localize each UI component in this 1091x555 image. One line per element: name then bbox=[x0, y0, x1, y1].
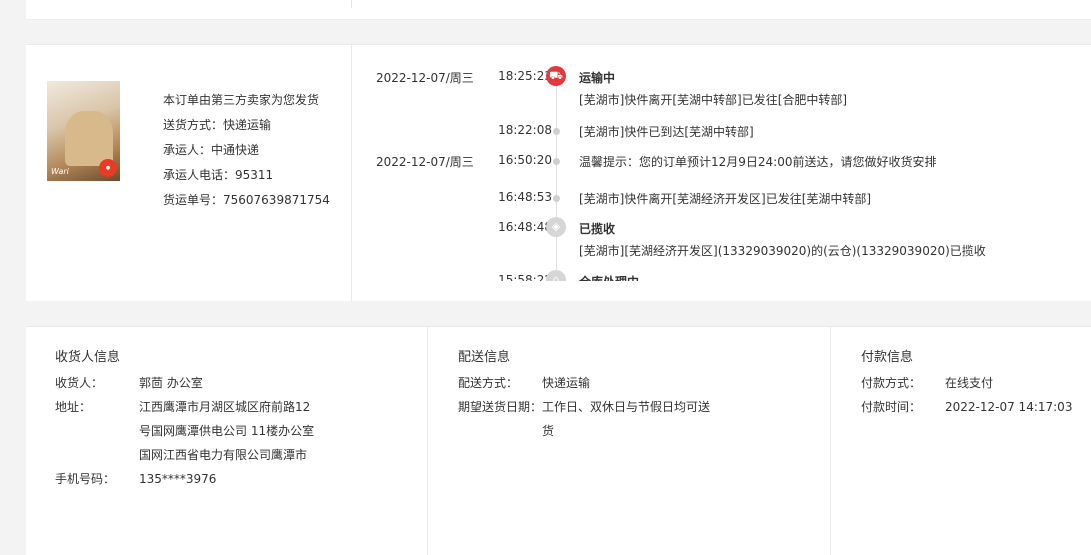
shipment-info: 本订单由第三方卖家为您发货 送货方式：快递运输 承运人：中通快递 承运人电话：9… bbox=[163, 88, 330, 213]
field-label: 付款时间： bbox=[861, 400, 922, 414]
logistics-panel: ● Wari 本订单由第三方卖家为您发货 送货方式：快递运输 承运人：中通快递 … bbox=[26, 44, 1091, 301]
zigzag-edge bbox=[26, 18, 1091, 24]
event-time: 18:22:08 bbox=[498, 123, 552, 137]
field-label: 地址： bbox=[55, 400, 92, 414]
receiver-section: 收货人信息 收货人： 郭茴 办公室 地址： 江西鹰潭市月湖区城区府前路12 号国… bbox=[26, 327, 428, 555]
address-line: 号国网鹰潭供电公司 11楼办公室 bbox=[139, 424, 315, 438]
carrier-phone: 承运人电话：95311 bbox=[163, 168, 274, 182]
event-text: 温馨提示：您的订单预计12月9日24:00前送达，请您做好收货安排 bbox=[579, 155, 937, 169]
delivery-date: 工作日、双休日与节假日均可送 bbox=[542, 400, 711, 414]
previous-panel-bottom bbox=[26, 0, 1091, 24]
event-status: 运输中 bbox=[579, 71, 616, 85]
field-label: 付款方式： bbox=[861, 376, 922, 390]
event-text: [芜湖市][芜湖经济开发区](13329039020)的(云仓)(1332903… bbox=[579, 244, 986, 258]
promo-badge: ● bbox=[99, 159, 117, 177]
delivery-section: 配送信息 配送方式： 快递运输 期望送货日期： 工作日、双休日与节假日均可送 货 bbox=[429, 327, 831, 555]
event-time: 15:58:22 bbox=[498, 273, 552, 281]
event-time: 16:50:20 bbox=[498, 153, 552, 167]
shipping-method: 送货方式：快递运输 bbox=[163, 118, 272, 132]
event-date: 2022-12-07/周三 bbox=[376, 155, 474, 169]
seller-note: 本订单由第三方卖家为您发货 bbox=[163, 93, 320, 107]
field-label: 期望送货日期： bbox=[458, 400, 543, 414]
event-status: 仓库处理中 bbox=[579, 273, 639, 281]
section-title: 配送信息 bbox=[458, 350, 511, 365]
event-status: 已揽收 bbox=[579, 222, 616, 236]
section-title: 付款信息 bbox=[861, 350, 914, 365]
timeline-line bbox=[556, 85, 557, 281]
carrier: 承运人：中通快递 bbox=[163, 143, 260, 157]
boot-shape bbox=[65, 111, 113, 166]
panel-divider bbox=[351, 0, 352, 8]
payment-method: 在线支付 bbox=[945, 376, 994, 390]
event-text: [芜湖市]快件已到达[芜湖中转部] bbox=[579, 125, 754, 139]
product-brand-text: Wari bbox=[51, 167, 69, 176]
receiver-phone: 135****3976 bbox=[139, 472, 217, 486]
event-text: [芜湖市]快件离开[芜湖中转部]已发往[合肥中转部] bbox=[579, 93, 848, 107]
receiver-name: 郭茴 办公室 bbox=[139, 376, 203, 390]
order-details: 收货人信息 收货人： 郭茴 办公室 地址： 江西鹰潭市月湖区城区府前路12 号国… bbox=[26, 326, 1091, 555]
timeline-scroll-area[interactable]: 2022-12-07/周三 18:25:23 ⛟ 运输中 [芜湖市]快件离开[芜… bbox=[352, 45, 1091, 281]
field-label: 配送方式： bbox=[458, 376, 519, 390]
event-time: 18:25:23 bbox=[498, 69, 552, 83]
payment-section: 付款信息 付款方式： 在线支付 付款时间： 2022-12-07 14:17:0… bbox=[832, 327, 1091, 555]
event-time: 16:48:53 bbox=[498, 190, 552, 204]
address-line: 国网江西省电力有限公司鹰潭市 bbox=[139, 448, 308, 462]
truck-icon: ⛟ bbox=[546, 66, 566, 86]
shipment-summary: ● Wari 本订单由第三方卖家为您发货 送货方式：快递运输 承运人：中通快递 … bbox=[26, 45, 352, 301]
delivery-date-cont: 货 bbox=[542, 424, 555, 438]
delivery-method: 快递运输 bbox=[542, 376, 591, 390]
field-label: 手机号码： bbox=[55, 472, 116, 486]
tracking-timeline: 2022-12-07/周三 18:25:23 ⛟ 运输中 [芜湖市]快件离开[芜… bbox=[352, 45, 1091, 301]
event-text: [芜湖市]快件离开[芜湖经济开发区]已发往[芜湖中转部] bbox=[579, 192, 872, 206]
section-title: 收货人信息 bbox=[55, 350, 121, 365]
tracking-number: 货运单号：75607639871754 bbox=[163, 193, 330, 207]
dot-icon bbox=[553, 158, 560, 165]
package-icon: ◈ bbox=[546, 217, 566, 237]
event-date: 2022-12-07/周三 bbox=[376, 71, 474, 85]
product-thumbnail[interactable]: ● Wari bbox=[47, 81, 120, 181]
dot-icon bbox=[553, 128, 560, 135]
event-time: 16:48:48 bbox=[498, 220, 552, 234]
payment-time: 2022-12-07 14:17:03 bbox=[945, 400, 1073, 414]
field-label: 收货人： bbox=[55, 376, 104, 390]
address-line: 江西鹰潭市月湖区城区府前路12 bbox=[139, 400, 311, 414]
dot-icon bbox=[553, 195, 560, 202]
warehouse-icon: ⌂ bbox=[546, 270, 566, 281]
